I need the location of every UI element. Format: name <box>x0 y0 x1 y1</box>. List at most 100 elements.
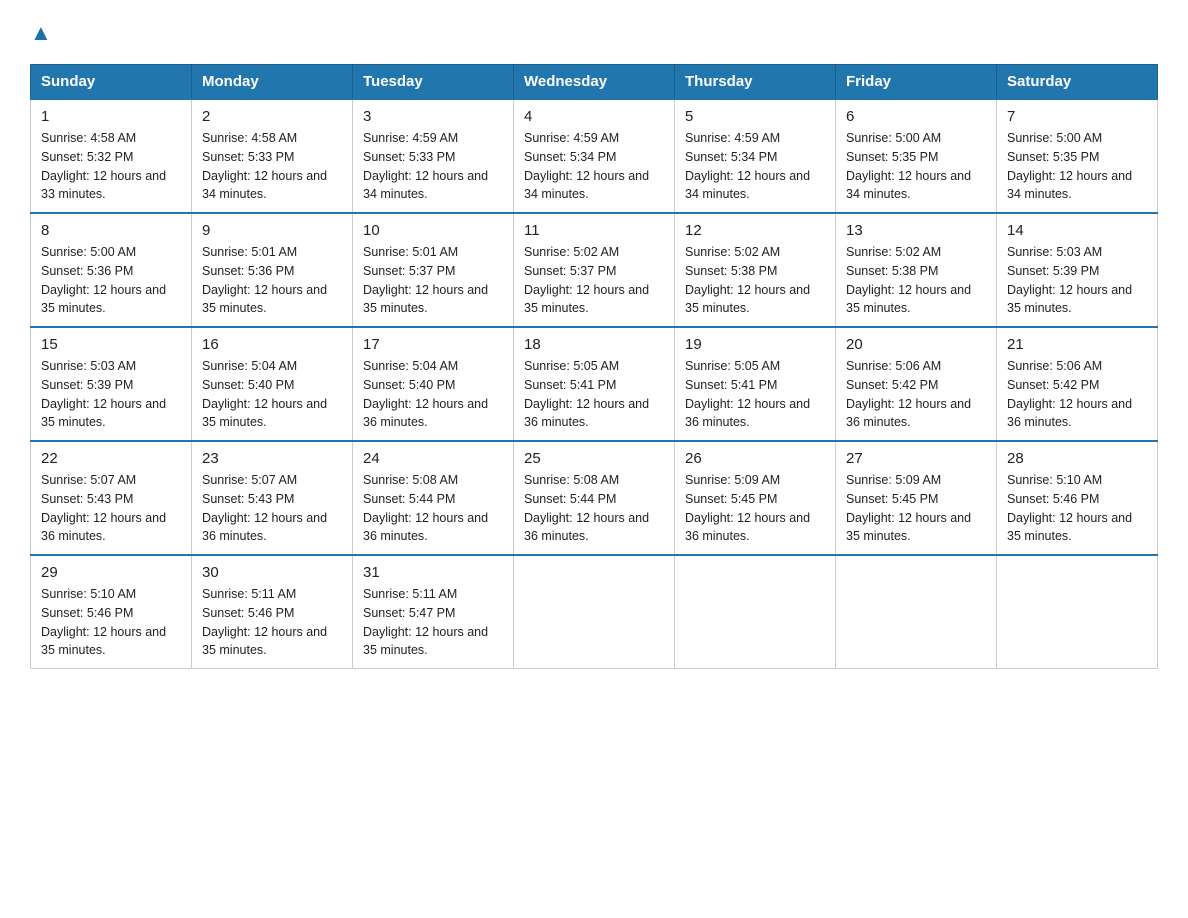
day-info: Sunrise: 5:11 AMSunset: 5:46 PMDaylight:… <box>202 585 342 660</box>
calendar-cell: 9Sunrise: 5:01 AMSunset: 5:36 PMDaylight… <box>192 213 353 327</box>
day-number: 7 <box>1007 108 1147 125</box>
day-number: 19 <box>685 336 825 353</box>
calendar-header-row: SundayMondayTuesdayWednesdayThursdayFrid… <box>31 65 1158 100</box>
calendar-cell: 13 Sunrise: 5:02 AMSunset: 5:38 PMDayligh… <box>836 213 997 327</box>
day-number: 14 <box>1007 222 1147 239</box>
day-info: Sunrise: 5:02 AMSunset: 5:38 PMDaylight:… <box>846 243 986 318</box>
calendar-cell: 25 Sunrise: 5:08 AMSunset: 5:44 PMDayligh… <box>514 441 675 555</box>
day-info: Sunrise: 5:00 AMSunset: 5:35 PMDaylight:… <box>1007 129 1147 204</box>
day-number: 20 <box>846 336 986 353</box>
day-info: Sunrise: 5:04 AMSunset: 5:40 PMDaylight:… <box>363 357 503 432</box>
calendar-header-monday: Monday <box>192 65 353 100</box>
calendar-cell: 16Sunrise: 5:04 AMSunset: 5:40 PMDayligh… <box>192 327 353 441</box>
calendar-cell: 20 Sunrise: 5:06 AMSunset: 5:42 PMDayligh… <box>836 327 997 441</box>
day-number: 13 <box>846 222 986 239</box>
calendar-cell: 23Sunrise: 5:07 AMSunset: 5:43 PMDayligh… <box>192 441 353 555</box>
day-info: Sunrise: 5:06 AMSunset: 5:42 PMDaylight:… <box>846 357 986 432</box>
calendar-cell: 8 Sunrise: 5:00 AMSunset: 5:36 PMDaylight… <box>31 213 192 327</box>
day-info: Sunrise: 5:05 AMSunset: 5:41 PMDaylight:… <box>685 357 825 432</box>
day-number: 4 <box>524 108 664 125</box>
day-info: Sunrise: 5:06 AMSunset: 5:42 PMDaylight:… <box>1007 357 1147 432</box>
day-number: 11 <box>524 222 664 239</box>
day-number: 21 <box>1007 336 1147 353</box>
day-number: 27 <box>846 450 986 467</box>
calendar-cell: 21 Sunrise: 5:06 AMSunset: 5:42 PMDayligh… <box>997 327 1158 441</box>
day-info: Sunrise: 4:59 AMSunset: 5:34 PMDaylight:… <box>524 129 664 204</box>
calendar-cell: 31Sunrise: 5:11 AMSunset: 5:47 PMDayligh… <box>353 555 514 669</box>
calendar-cell <box>675 555 836 669</box>
calendar-cell: 1Sunrise: 4:58 AMSunset: 5:32 PMDaylight… <box>31 99 192 213</box>
day-info: Sunrise: 5:01 AMSunset: 5:37 PMDaylight:… <box>363 243 503 318</box>
day-number: 15 <box>41 336 181 353</box>
day-info: Sunrise: 5:07 AMSunset: 5:43 PMDaylight:… <box>202 471 342 546</box>
logo: ▲ <box>30 20 52 46</box>
calendar-week-row: 15 Sunrise: 5:03 AMSunset: 5:39 PMDayligh… <box>31 327 1158 441</box>
calendar-week-row: 29 Sunrise: 5:10 AMSunset: 5:46 PMDayligh… <box>31 555 1158 669</box>
day-info: Sunrise: 5:10 AMSunset: 5:46 PMDaylight:… <box>41 585 181 660</box>
day-info: Sunrise: 4:59 AMSunset: 5:34 PMDaylight:… <box>685 129 825 204</box>
calendar-cell: 22 Sunrise: 5:07 AMSunset: 5:43 PMDayligh… <box>31 441 192 555</box>
calendar-cell: 30 Sunrise: 5:11 AMSunset: 5:46 PMDayligh… <box>192 555 353 669</box>
calendar-cell: 29 Sunrise: 5:10 AMSunset: 5:46 PMDayligh… <box>31 555 192 669</box>
calendar-cell: 4 Sunrise: 4:59 AMSunset: 5:34 PMDaylight… <box>514 99 675 213</box>
day-info: Sunrise: 5:00 AMSunset: 5:36 PMDaylight:… <box>41 243 181 318</box>
calendar-week-row: 1Sunrise: 4:58 AMSunset: 5:32 PMDaylight… <box>31 99 1158 213</box>
calendar-header-wednesday: Wednesday <box>514 65 675 100</box>
logo-top: ▲ <box>30 20 52 46</box>
day-info: Sunrise: 4:59 AMSunset: 5:33 PMDaylight:… <box>363 129 503 204</box>
calendar-cell: 15 Sunrise: 5:03 AMSunset: 5:39 PMDayligh… <box>31 327 192 441</box>
calendar-cell: 12 Sunrise: 5:02 AMSunset: 5:38 PMDayligh… <box>675 213 836 327</box>
calendar-cell: 18 Sunrise: 5:05 AMSunset: 5:41 PMDayligh… <box>514 327 675 441</box>
day-number: 22 <box>41 450 181 467</box>
day-info: Sunrise: 5:08 AMSunset: 5:44 PMDaylight:… <box>524 471 664 546</box>
calendar-cell: 28 Sunrise: 5:10 AMSunset: 5:46 PMDayligh… <box>997 441 1158 555</box>
day-number: 3 <box>363 108 503 125</box>
calendar-table: SundayMondayTuesdayWednesdayThursdayFrid… <box>30 64 1158 669</box>
calendar-header-friday: Friday <box>836 65 997 100</box>
calendar-header-thursday: Thursday <box>675 65 836 100</box>
day-info: Sunrise: 5:02 AMSunset: 5:38 PMDaylight:… <box>685 243 825 318</box>
day-info: Sunrise: 5:03 AMSunset: 5:39 PMDaylight:… <box>41 357 181 432</box>
calendar-cell: 19 Sunrise: 5:05 AMSunset: 5:41 PMDayligh… <box>675 327 836 441</box>
day-number: 29 <box>41 564 181 581</box>
calendar-header-saturday: Saturday <box>997 65 1158 100</box>
day-info: Sunrise: 5:07 AMSunset: 5:43 PMDaylight:… <box>41 471 181 546</box>
calendar-cell: 17Sunrise: 5:04 AMSunset: 5:40 PMDayligh… <box>353 327 514 441</box>
calendar-cell <box>997 555 1158 669</box>
day-number: 30 <box>202 564 342 581</box>
calendar-body: 1Sunrise: 4:58 AMSunset: 5:32 PMDaylight… <box>31 99 1158 669</box>
day-number: 18 <box>524 336 664 353</box>
day-number: 26 <box>685 450 825 467</box>
day-info: Sunrise: 5:11 AMSunset: 5:47 PMDaylight:… <box>363 585 503 660</box>
day-number: 8 <box>41 222 181 239</box>
calendar-cell: 27 Sunrise: 5:09 AMSunset: 5:45 PMDayligh… <box>836 441 997 555</box>
day-number: 6 <box>846 108 986 125</box>
calendar-cell: 24Sunrise: 5:08 AMSunset: 5:44 PMDayligh… <box>353 441 514 555</box>
day-number: 5 <box>685 108 825 125</box>
calendar-header-tuesday: Tuesday <box>353 65 514 100</box>
calendar-week-row: 22 Sunrise: 5:07 AMSunset: 5:43 PMDayligh… <box>31 441 1158 555</box>
day-info: Sunrise: 5:05 AMSunset: 5:41 PMDaylight:… <box>524 357 664 432</box>
day-number: 10 <box>363 222 503 239</box>
day-number: 16 <box>202 336 342 353</box>
day-info: Sunrise: 4:58 AMSunset: 5:32 PMDaylight:… <box>41 129 181 204</box>
day-info: Sunrise: 5:00 AMSunset: 5:35 PMDaylight:… <box>846 129 986 204</box>
calendar-cell: 5 Sunrise: 4:59 AMSunset: 5:34 PMDaylight… <box>675 99 836 213</box>
calendar-cell: 6 Sunrise: 5:00 AMSunset: 5:35 PMDaylight… <box>836 99 997 213</box>
day-info: Sunrise: 5:10 AMSunset: 5:46 PMDaylight:… <box>1007 471 1147 546</box>
calendar-header-sunday: Sunday <box>31 65 192 100</box>
day-number: 12 <box>685 222 825 239</box>
day-number: 28 <box>1007 450 1147 467</box>
day-number: 2 <box>202 108 342 125</box>
day-info: Sunrise: 5:02 AMSunset: 5:37 PMDaylight:… <box>524 243 664 318</box>
day-number: 24 <box>363 450 503 467</box>
calendar-cell: 26 Sunrise: 5:09 AMSunset: 5:45 PMDayligh… <box>675 441 836 555</box>
day-info: Sunrise: 5:09 AMSunset: 5:45 PMDaylight:… <box>846 471 986 546</box>
logo-blue-text: ▲ <box>30 20 52 46</box>
page-header: ▲ <box>30 20 1158 46</box>
calendar-cell: 3 Sunrise: 4:59 AMSunset: 5:33 PMDaylight… <box>353 99 514 213</box>
day-number: 9 <box>202 222 342 239</box>
calendar-cell: 10 Sunrise: 5:01 AMSunset: 5:37 PMDayligh… <box>353 213 514 327</box>
day-info: Sunrise: 5:09 AMSunset: 5:45 PMDaylight:… <box>685 471 825 546</box>
day-number: 25 <box>524 450 664 467</box>
